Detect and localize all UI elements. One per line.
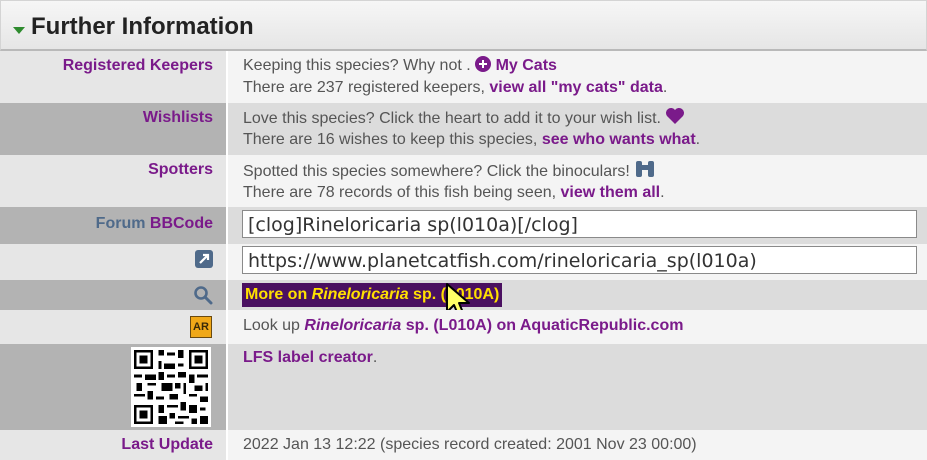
- wishlists-prompt-text: Love this species? Click the heart to ad…: [243, 110, 661, 127]
- row-spotters: Spotters Spotted this species somewhere?…: [0, 155, 927, 207]
- aquatic-republic-link[interactable]: Rineloricaria sp. (L010A) on AquaticRepu…: [304, 317, 683, 334]
- spotters-count-text: There are 78 records of this fish being …: [243, 184, 561, 201]
- aquatic-suffix: sp. (L010A) on AquaticRepublic.com: [401, 317, 684, 334]
- wishlists-period: .: [695, 131, 701, 148]
- row-registered-keepers: Registered Keepers Keeping this species?…: [0, 51, 927, 103]
- row-wishlists: Wishlists Love this species? Click the h…: [0, 103, 927, 155]
- aquatic-republic-logo-icon: AR: [190, 316, 212, 338]
- aquatic-logo-text: AR: [193, 321, 209, 333]
- keepers-period: .: [662, 79, 668, 96]
- further-information-panel: Further Information Registered Keepers K…: [0, 0, 927, 460]
- aquatic-prefix: Look up: [243, 317, 305, 334]
- plus-circle-icon: [475, 56, 492, 72]
- heart-icon[interactable]: [665, 107, 685, 125]
- spotters-label: Spotters: [148, 161, 213, 178]
- collapse-triangle-icon[interactable]: [13, 27, 25, 34]
- last-update-label: Last Update: [121, 436, 213, 453]
- spotters-prompt-text: Spotted this species somewhere? Click th…: [243, 163, 630, 180]
- bbcode-input[interactable]: [clog]Rineloricaria sp(l010a)[/clog]: [242, 210, 917, 238]
- row-forum-bbcode: Forum BBCode [clog]Rineloricaria sp(l010…: [0, 207, 927, 244]
- external-link-icon: [195, 250, 213, 268]
- row-last-update: Last Update 2022 Jan 13 12:22 (species r…: [0, 430, 927, 460]
- my-cats-link-label: My Cats: [495, 57, 557, 74]
- section-title: Further Information: [31, 13, 254, 40]
- row-aquatic-republic: AR Look up Rineloricaria sp. (L010A) on …: [0, 310, 927, 344]
- section-header[interactable]: Further Information: [0, 0, 927, 51]
- view-them-all-link[interactable]: view them all: [561, 184, 661, 201]
- forum-label-text: Forum: [95, 215, 150, 232]
- view-my-cats-data-link[interactable]: view all "my cats" data: [489, 79, 662, 96]
- add-my-cats-link[interactable]: My Cats: [475, 56, 557, 74]
- see-who-wants-what-link[interactable]: see who wants what: [542, 131, 696, 148]
- forum-bbcode-label: Forum BBCode: [96, 215, 213, 233]
- row-permalink: https://www.planetcatfish.com/rinelorica…: [0, 244, 927, 280]
- wishlists-label: Wishlists: [142, 109, 213, 126]
- row-lfs-label: LFS label creator.: [0, 344, 927, 430]
- binoculars-icon[interactable]: [634, 160, 656, 178]
- last-update-value: 2022 Jan 13 12:22 (species record create…: [243, 436, 697, 453]
- registered-keepers-label: Registered Keepers: [62, 57, 213, 74]
- aquatic-genus: Rineloricaria: [304, 317, 402, 334]
- lfs-label-creator-link[interactable]: LFS label creator: [243, 349, 373, 366]
- spotters-period: .: [660, 184, 665, 201]
- search-icon: [194, 286, 213, 305]
- more-on-genus: Rineloricaria: [311, 286, 409, 303]
- row-search-more: More on Rineloricaria sp. (L010A): [0, 280, 927, 318]
- bbcode-label-text: BBCode: [149, 215, 213, 232]
- more-on-prefix: More on: [245, 286, 312, 303]
- wishlists-count-text: There are 16 wishes to keep this species…: [243, 131, 542, 148]
- keepers-count-text: There are 237 registered keepers,: [243, 79, 490, 96]
- permalink-input[interactable]: https://www.planetcatfish.com/rinelorica…: [242, 246, 917, 274]
- keepers-prompt-text: Keeping this species? Why not .: [243, 57, 476, 74]
- lfs-period: .: [372, 349, 378, 366]
- qr-code-icon: [131, 347, 211, 427]
